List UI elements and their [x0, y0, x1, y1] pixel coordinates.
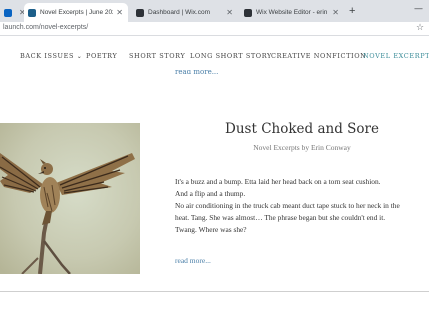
site-nav: BACK ISSUES ⌄ POETRY SHORT STORY LONG SH…	[0, 52, 429, 64]
previous-read-more-link[interactable]: read more...	[175, 70, 218, 76]
tab-title: Dashboard | Wix.com	[148, 9, 211, 16]
chevron-down-icon: ⌄	[76, 53, 83, 60]
wix-favicon-icon	[136, 8, 144, 17]
excerpt-line: And a flip and a thump.	[175, 189, 246, 198]
wix-favicon-icon	[244, 8, 252, 17]
tab-title: Wix Website Editor - erin	[256, 9, 328, 16]
new-tab-icon[interactable]: +	[349, 5, 355, 17]
post-byline: Novel Excerpts by Erin Conway	[253, 143, 351, 152]
post-divider	[0, 291, 429, 292]
post-title[interactable]: Dust Choked and Sore	[175, 121, 429, 137]
post-excerpt: It's a buzz and a bump. Etta laid her he…	[175, 176, 420, 236]
read-more-link[interactable]: read more...	[175, 256, 211, 265]
bookmark-star-icon[interactable]: ☆	[416, 23, 424, 33]
excerpt-line: heat. Tang. She was almost… The phrase b…	[175, 213, 386, 222]
nav-item-poetry[interactable]: POETRY	[86, 52, 117, 60]
excerpt-line: Twang. Where was she?	[175, 225, 247, 234]
browser-tab-bar: ✕ Novel Excerpts | June 2020 Issue ✕ Das…	[0, 0, 429, 22]
excerpt-line: It's a buzz and a bump. Etta laid her he…	[175, 177, 381, 186]
browser-tab[interactable]: ✕	[0, 3, 26, 22]
nav-item-short-story[interactable]: SHORT STORY	[129, 52, 185, 60]
nav-item-novel-excerpts[interactable]: NOVEL EXCERPTS	[363, 52, 429, 60]
excerpt-line: No air conditioning in the truck cab mea…	[175, 201, 400, 210]
close-tab-icon[interactable]: ✕	[226, 8, 233, 17]
browser-tab[interactable]: Wix Website Editor - erin ✕	[240, 3, 344, 22]
url-text[interactable]: launch.com/novel-excerpts/	[3, 24, 88, 31]
address-bar[interactable]: launch.com/novel-excerpts/ ☆	[0, 22, 429, 36]
browser-tab-active[interactable]: Novel Excerpts | June 2020 Issue ✕	[24, 3, 128, 22]
nav-item-creative-nonfiction[interactable]: CREATIVE NONFICTION	[271, 52, 366, 60]
nav-item-long-short-story[interactable]: LONG SHORT STORY	[190, 52, 272, 60]
close-tab-icon[interactable]: ✕	[332, 8, 339, 17]
browser-tab[interactable]: Dashboard | Wix.com ✕	[132, 3, 238, 22]
post-image-bird[interactable]	[0, 123, 140, 274]
tab-title: Novel Excerpts | June 2020 Issue	[40, 9, 113, 16]
site-favicon-icon	[4, 8, 12, 17]
site-favicon-icon	[28, 8, 36, 17]
minimize-icon[interactable]: —	[414, 4, 423, 14]
close-tab-icon[interactable]: ✕	[116, 8, 123, 17]
nav-item-back-issues[interactable]: BACK ISSUES ⌄	[20, 52, 82, 60]
